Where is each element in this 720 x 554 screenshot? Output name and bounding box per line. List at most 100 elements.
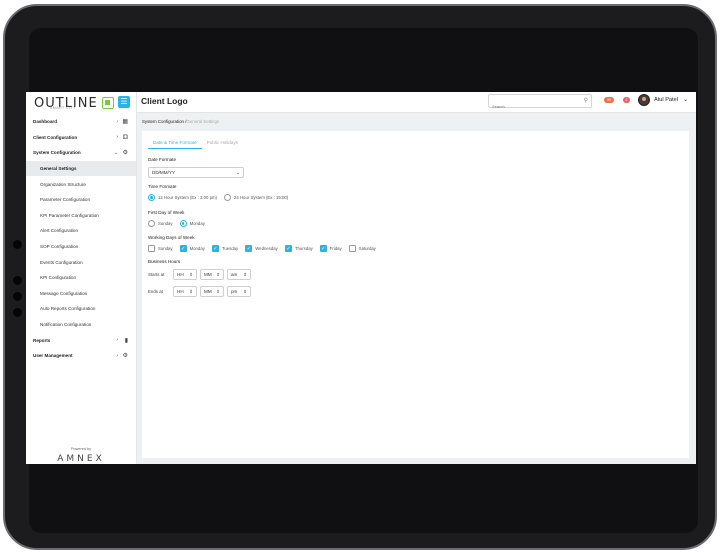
sidebar-item-reports[interactable]: Reports › ▮: [26, 332, 136, 348]
powered-by-text: Powered by: [70, 447, 92, 451]
brand-sub: SMART CITY: [50, 106, 77, 110]
sidebar-item-sop-configuration[interactable]: SOP Configuration: [26, 239, 136, 255]
people-icon: ⚃: [122, 134, 128, 141]
end-ampm-select[interactable]: pm ⇕: [227, 286, 251, 297]
working-days-options: Sunday ✓ Monday ✓ Tuesday ✓ Wednesday ✓ …: [148, 245, 383, 252]
sidebar-item-label: User Management: [33, 353, 73, 359]
spinner-icon: ⇕: [189, 289, 193, 294]
start-minute-select[interactable]: MM ⇕: [200, 269, 224, 280]
people-gear-icon: ⚙: [122, 150, 128, 157]
side-dot: [13, 292, 22, 301]
alerts-badge[interactable]: 99: [604, 97, 614, 103]
sidebar-item-auto-reports-configuration[interactable]: Auto Reports Configuration: [26, 301, 136, 317]
start-hour-select[interactable]: HH ⇕: [173, 269, 197, 280]
radio-monday[interactable]: [179, 220, 187, 227]
sidebar-item-label: Client Configuration: [33, 134, 78, 140]
start-minute-value: MM: [204, 272, 212, 277]
notifications-badge[interactable]: 2: [623, 97, 630, 103]
checkbox-monday-label: Monday: [189, 246, 205, 251]
checkbox-friday[interactable]: ✓: [319, 245, 327, 252]
sidebar-item-kpi-parameter-configuration[interactable]: KPI Parameter Configuration: [26, 208, 136, 224]
tab-date-time-format[interactable]: Date & Time Formate: [148, 137, 202, 149]
business-hours-label: Business Hours: [148, 259, 181, 264]
sidebar-item-system-configuration[interactable]: System Configuration ⌄ ⚙: [26, 145, 136, 161]
checkbox-saturday-label: Saturday: [358, 246, 376, 251]
working-days-label: Working Days of Week: [148, 235, 195, 240]
chevron-right-icon: ›: [116, 352, 118, 359]
end-hour-select[interactable]: HH ⇕: [173, 286, 197, 297]
date-format-value: DD/MM/YY: [152, 170, 175, 175]
start-ampm-select[interactable]: am ⇕: [227, 269, 251, 280]
chevron-down-icon: ⌄: [236, 170, 240, 175]
bar-chart-icon: ▮: [124, 337, 128, 344]
side-dot: [13, 308, 22, 317]
starts-at-label: Starts at: [148, 272, 165, 277]
end-minute-value: MM: [204, 289, 212, 294]
settings-tabs: Date & Time Formate Public Holidays: [148, 137, 243, 149]
end-minute-select[interactable]: MM ⇕: [200, 286, 224, 297]
settings-card: Date & Time Formate Public Holidays Date…: [142, 131, 689, 458]
checkbox-wednesday[interactable]: ✓: [245, 245, 253, 252]
sidebar-item-notification-configuration[interactable]: Notification Configuration: [26, 317, 136, 333]
search-input[interactable]: [489, 100, 577, 113]
sidebar-item-dashboard[interactable]: Dashboard › ▦: [26, 114, 136, 130]
checkbox-sunday[interactable]: [148, 245, 155, 252]
tab-public-holidays[interactable]: Public Holidays: [202, 137, 243, 149]
date-format-select[interactable]: DD/MM/YY ⌄: [148, 167, 244, 178]
radio-24-hour-label: 24 Hour System (Ex : 15:00): [233, 195, 289, 200]
avatar[interactable]: [638, 94, 650, 106]
start-ampm-value: am: [231, 272, 238, 277]
user-name[interactable]: Atul Patel: [654, 97, 678, 103]
sidebar-nav: Dashboard › ▦ Client Configuration › ⚃ S…: [26, 114, 136, 364]
time-format-label: Time Formate: [148, 184, 177, 189]
sidebar-item-label: System Configuration: [33, 150, 81, 156]
app-screen: OUTLINE SMART CITY Dashboard › ▦ Client …: [26, 92, 696, 464]
chevron-right-icon: ›: [116, 337, 118, 344]
search-box[interactable]: ⚲: [488, 94, 592, 113]
sidebar-item-parameter-configuration[interactable]: Parameter Configuration: [26, 192, 136, 208]
radio-12-hour[interactable]: [148, 194, 155, 201]
radio-24-hour[interactable]: [223, 194, 231, 201]
user-gear-icon: ⚙: [122, 353, 128, 360]
sidebar-item-user-management[interactable]: User Management › ⚙: [26, 348, 136, 364]
vendor-logo: AMNEX: [57, 454, 105, 464]
checkbox-monday[interactable]: ✓: [179, 245, 187, 252]
spinner-icon: ⇕: [243, 289, 247, 294]
side-dot: [13, 276, 22, 285]
brand-mark-icon: [101, 97, 114, 109]
sidebar-item-kpi-configuration[interactable]: KPI Configuration: [26, 270, 136, 286]
sidebar-item-message-configuration[interactable]: Message Configuration: [26, 286, 136, 302]
ends-at-label: Ends at: [148, 289, 163, 294]
spinner-icon: ⇕: [243, 272, 247, 277]
search-icon[interactable]: ⚲: [584, 97, 588, 104]
chevron-down-icon[interactable]: ⌄: [683, 96, 688, 103]
spinner-icon: ⇕: [189, 272, 193, 277]
checkbox-tuesday[interactable]: ✓: [211, 245, 219, 252]
sidebar-item-alert-configuration[interactable]: Alert Configuration: [26, 223, 136, 239]
checkbox-friday-label: Friday: [329, 246, 342, 251]
radio-12-hour-label: 12 Hour System (Ex : 3:00 pm): [158, 195, 217, 200]
checkbox-thursday-label: Thursday: [294, 246, 313, 251]
breadcrumb: System Configuration /General Settings: [142, 119, 219, 124]
breadcrumb-parent[interactable]: System Configuration /: [142, 119, 186, 124]
sidebar-item-label: Dashboard: [33, 119, 57, 125]
sidebar-item-general-settings[interactable]: General Settings: [26, 160, 136, 177]
start-hour-value: HH: [177, 272, 184, 277]
checkbox-saturday[interactable]: [348, 245, 356, 252]
chevron-right-icon: ›: [116, 118, 118, 125]
sidebar-item-events-configuration[interactable]: Events Configuration: [26, 254, 136, 270]
radio-sunday[interactable]: [148, 220, 155, 227]
side-dot: [13, 240, 22, 249]
sidebar-item-label: Reports: [33, 337, 51, 343]
sidebar-item-organization-structure[interactable]: Organization Structure: [26, 176, 136, 192]
sidebar-item-client-configuration[interactable]: Client Configuration › ⚃: [26, 130, 136, 146]
menu-toggle-icon[interactable]: ☰: [118, 96, 130, 108]
time-format-options: 12 Hour System (Ex : 3:00 pm) 24 Hour Sy…: [148, 194, 295, 201]
end-ampm-value: pm: [231, 289, 238, 294]
chevron-right-icon: ›: [116, 134, 118, 141]
checkbox-wednesday-label: Wednesday: [255, 246, 278, 251]
sidebar: OUTLINE SMART CITY Dashboard › ▦ Client …: [26, 92, 137, 464]
client-logo-title: Client Logo: [141, 96, 188, 106]
chevron-down-icon: ⌄: [113, 149, 118, 156]
checkbox-thursday[interactable]: ✓: [284, 245, 292, 252]
